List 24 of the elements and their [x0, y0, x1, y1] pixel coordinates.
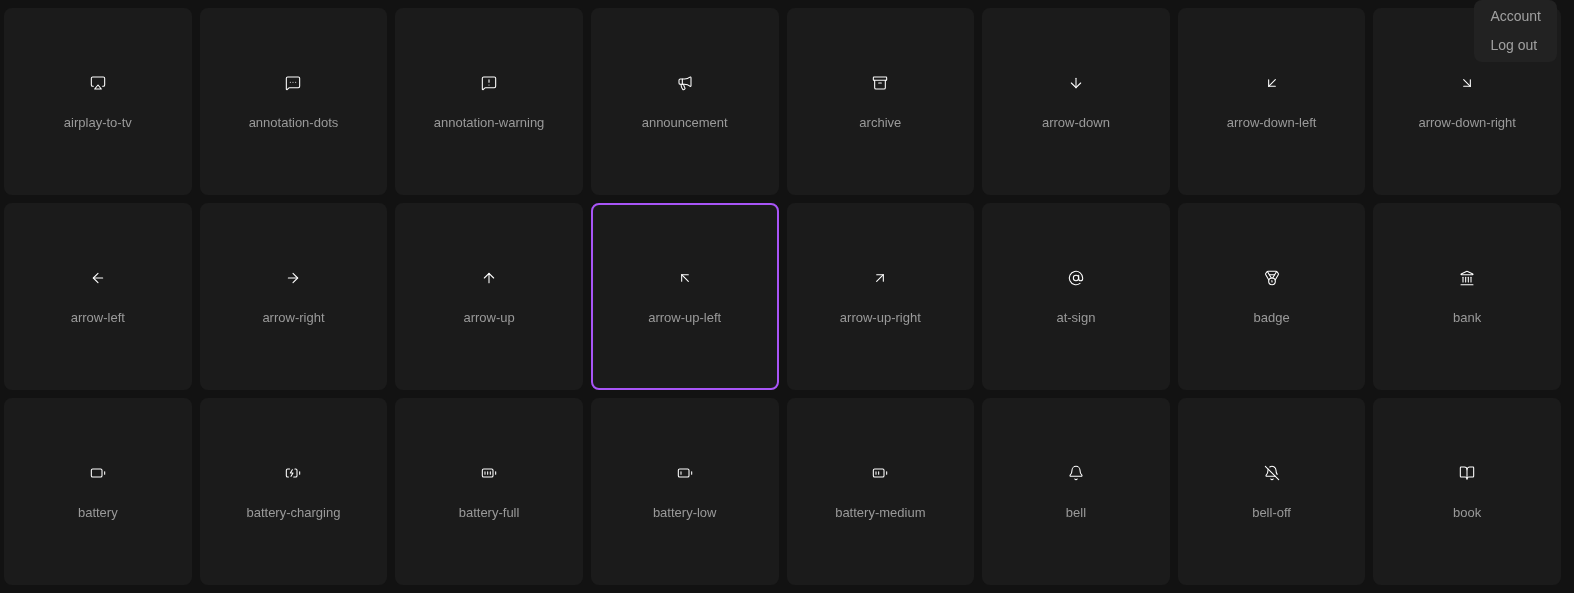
icon-label: bank	[1453, 309, 1482, 327]
icon-label: airplay-to-tv	[63, 114, 132, 132]
icon-label: at-sign	[1056, 309, 1096, 327]
icon-label: arrow-right	[262, 309, 325, 327]
icon-label: arrow-down-left	[1226, 114, 1317, 132]
icon-label: annotation-dots	[248, 114, 339, 132]
icon-label: annotation-warning	[433, 114, 545, 132]
icon-label: arrow-down	[1041, 114, 1110, 132]
icon-label: announcement	[641, 114, 728, 132]
icon-label: arrow-up-left	[648, 309, 722, 327]
icon-label: arrow-up	[463, 309, 515, 327]
icon-label: book	[1453, 504, 1482, 522]
icon-label: battery-low	[652, 504, 717, 522]
icon-label: arrow-left	[70, 309, 125, 327]
icon-label: bell-off	[1252, 504, 1291, 522]
icon-label: battery-medium	[835, 504, 926, 522]
icon-label: battery-full	[458, 504, 520, 522]
icon-label: arrow-up-right	[839, 309, 921, 327]
icon-label: arrow-down-right	[1418, 114, 1516, 132]
icon-label: bell	[1065, 504, 1087, 522]
icon-label: battery-charging	[246, 504, 341, 522]
icon-label: archive	[859, 114, 902, 132]
icon-label: badge	[1253, 309, 1290, 327]
icon-label: battery	[77, 504, 118, 522]
